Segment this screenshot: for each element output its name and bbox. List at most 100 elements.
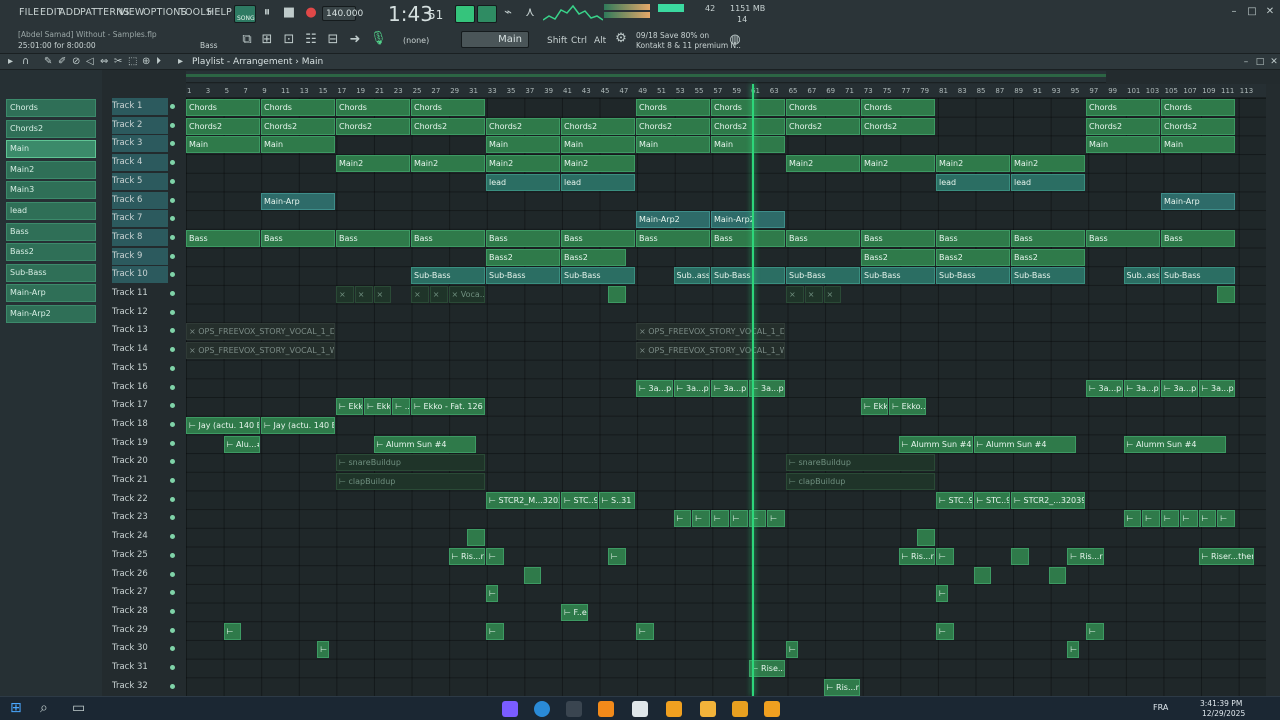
playlist-clip[interactable]: Chords2 bbox=[1086, 117, 1160, 135]
playlist-clip[interactable]: Chords2 bbox=[861, 117, 935, 135]
playlist-clip[interactable]: ⊢ 3a...pm) bbox=[1086, 379, 1123, 397]
playlist-clip[interactable]: Sub-Bass bbox=[711, 267, 785, 285]
metronome-icon[interactable]: ⋏ bbox=[523, 6, 537, 20]
playlist-clip[interactable]: × bbox=[786, 286, 804, 303]
playlist-clip[interactable]: ⊢ bbox=[486, 547, 504, 565]
track-header[interactable]: Track 23 bbox=[112, 509, 168, 526]
close-icon[interactable]: ✕ bbox=[1264, 5, 1276, 19]
playlist-clip[interactable]: Chords2 bbox=[186, 117, 260, 135]
playlist-clip[interactable]: Sub-Bass bbox=[561, 267, 635, 285]
mute-icon[interactable]: ◁ bbox=[86, 55, 94, 69]
hint-line-2[interactable]: Kontakt 8 & 11 premium N.. bbox=[636, 41, 741, 50]
track-header[interactable]: Track 2 bbox=[112, 116, 168, 134]
track-mute-led[interactable] bbox=[170, 534, 175, 540]
explorer-icon[interactable] bbox=[700, 701, 716, 717]
playlist-clip[interactable]: ⊢ STC..931 bbox=[936, 491, 973, 509]
playlist-clip[interactable]: ⊢ 3a...pm) bbox=[1198, 379, 1235, 397]
playlist-clip[interactable]: Chords2 bbox=[786, 117, 860, 135]
select-icon[interactable]: ⬚ bbox=[128, 55, 137, 69]
playlist-clip[interactable]: × bbox=[354, 286, 373, 303]
track-mute-led[interactable] bbox=[170, 608, 175, 614]
playlist-clip[interactable]: Chords2 bbox=[411, 117, 485, 135]
track-header[interactable]: Track 6 bbox=[112, 191, 168, 209]
playlist-clip[interactable]: ⊢ clapBuildup bbox=[336, 473, 485, 490]
playlist-clip[interactable]: Chords2 bbox=[636, 117, 710, 135]
playlist-clip[interactable]: Bass bbox=[861, 229, 935, 247]
playlist-clip[interactable]: Chords bbox=[636, 99, 710, 116]
playlist-clip[interactable]: × OPS_FREEVOX_STORY_VOCAL_1_DRY bbox=[186, 323, 335, 341]
playlist-clip[interactable]: × bbox=[823, 286, 842, 303]
playlist-clip[interactable]: Sub-Bass bbox=[786, 267, 860, 285]
playlist-clip[interactable]: ⊢ Ris...ring bbox=[1067, 547, 1104, 565]
playlist-clip[interactable]: ⊢ 3a...pm) bbox=[711, 379, 748, 397]
track-mute-led[interactable] bbox=[170, 309, 175, 315]
playlist-clip[interactable]: ⊢ S..31 bbox=[598, 491, 635, 509]
playlist-clip[interactable]: Bass bbox=[261, 229, 335, 247]
playlist-clip[interactable]: Chords2 bbox=[261, 117, 335, 135]
playlist-clip[interactable]: Sub-Bass bbox=[1011, 267, 1085, 285]
playlist-clip[interactable]: ⊢ Riser...thering bbox=[1198, 547, 1254, 565]
playlist-clip[interactable]: Chords bbox=[1086, 99, 1160, 116]
track-mute-led[interactable] bbox=[170, 197, 175, 203]
playlist-clip[interactable]: ⊢ Ris...ring bbox=[448, 547, 485, 565]
playlist-clip[interactable]: Bass2 bbox=[486, 248, 560, 266]
playlist-clip[interactable] bbox=[1011, 547, 1029, 565]
pattern-selector[interactable]: Main bbox=[461, 31, 529, 48]
slip-icon[interactable]: ⇔ bbox=[100, 55, 108, 69]
playlist-clip[interactable]: Chords bbox=[861, 99, 935, 116]
pause-icon[interactable]: ⏸ bbox=[260, 6, 274, 20]
playlist-clip[interactable]: ⊢ bbox=[729, 510, 748, 528]
track-header[interactable]: Track 1 bbox=[112, 98, 168, 115]
playlist-grid[interactable]: Chords Chords Chords Chords Chords Chords Chor… bbox=[186, 98, 1266, 696]
track-mute-led[interactable] bbox=[170, 421, 175, 427]
track-header[interactable]: Track 17 bbox=[112, 397, 168, 414]
track-header[interactable]: Track 18 bbox=[112, 416, 168, 433]
current-channel[interactable]: Bass bbox=[200, 41, 218, 50]
playlist-clip[interactable]: Bass2 bbox=[1011, 248, 1085, 266]
playlist-clip[interactable]: × bbox=[429, 286, 448, 303]
terminal-icon[interactable] bbox=[566, 701, 582, 717]
playlist-clip[interactable]: ⊢ bbox=[486, 585, 499, 603]
playlist-clip[interactable]: ⊢ bbox=[692, 510, 710, 528]
playlist-clip[interactable]: ⊢ snareBuildup bbox=[786, 454, 935, 472]
playlist-clip[interactable]: Chords bbox=[336, 99, 410, 116]
track-header[interactable]: Track 16 bbox=[112, 379, 168, 396]
playlist-clip[interactable]: Sub-Bass bbox=[411, 267, 485, 285]
playlist-dropdown-icon[interactable]: ▸ bbox=[178, 55, 183, 69]
playlist-clip[interactable]: Bass bbox=[1161, 229, 1235, 247]
wait-icon[interactable]: ⌁ bbox=[501, 6, 515, 20]
copilot-icon[interactable] bbox=[502, 701, 518, 717]
playlist-clip[interactable]: ⊢ bbox=[1217, 510, 1235, 528]
playlist-clip[interactable]: Bass bbox=[1086, 229, 1160, 247]
playlist-clip[interactable]: × Voca..et bbox=[448, 286, 485, 303]
track-header[interactable]: Track 19 bbox=[112, 435, 168, 452]
playlist-clip[interactable]: ⊢ bbox=[1198, 510, 1217, 528]
track-header[interactable]: Track 25 bbox=[112, 547, 168, 564]
task-view-icon[interactable]: ▭ bbox=[72, 701, 85, 715]
playlist-clip[interactable]: Main bbox=[636, 136, 710, 154]
minimize-icon[interactable]: – bbox=[1228, 5, 1240, 19]
pattern-item[interactable]: Main3 bbox=[6, 181, 96, 200]
snap-select[interactable]: (none) bbox=[403, 36, 429, 45]
piano-roll-icon[interactable]: ⊡ bbox=[282, 33, 296, 47]
playlist-clip[interactable]: ⊢ Alumm Sun #4 bbox=[1123, 435, 1226, 453]
playlist-clip[interactable]: Main bbox=[1161, 136, 1235, 154]
track-mute-led[interactable] bbox=[170, 590, 175, 596]
track-mute-led[interactable] bbox=[170, 403, 175, 409]
playlist-clip[interactable]: Sub-Bass bbox=[936, 267, 1010, 285]
pattern-item[interactable]: Main-Arp2 bbox=[6, 305, 96, 323]
playlist-clip[interactable]: ⊢ bbox=[486, 622, 504, 640]
playlist-clip[interactable] bbox=[1217, 286, 1235, 303]
track-header[interactable]: Track 13 bbox=[112, 322, 168, 339]
playlist-close-icon[interactable]: ✕ bbox=[1268, 55, 1280, 69]
track-mute-led[interactable] bbox=[170, 253, 175, 259]
zoom-icon[interactable]: ⊕ bbox=[142, 55, 150, 69]
playlist-clip[interactable]: ⊢ STCR2_...3203931 bbox=[1011, 491, 1085, 509]
playlist-clip[interactable]: Sub-Bass bbox=[486, 267, 560, 285]
playlist-clip[interactable]: ⊢ Alumm Sun #4 bbox=[898, 435, 973, 453]
track-mute-led[interactable] bbox=[170, 552, 175, 558]
playlist-clip[interactable]: ⊢ bbox=[317, 641, 330, 659]
playlist-clip[interactable]: Main-Arp2 bbox=[711, 211, 785, 229]
playlist-clip[interactable]: ⊢ clapBuildup bbox=[786, 473, 935, 490]
search-icon[interactable]: ⌕ bbox=[40, 701, 48, 715]
